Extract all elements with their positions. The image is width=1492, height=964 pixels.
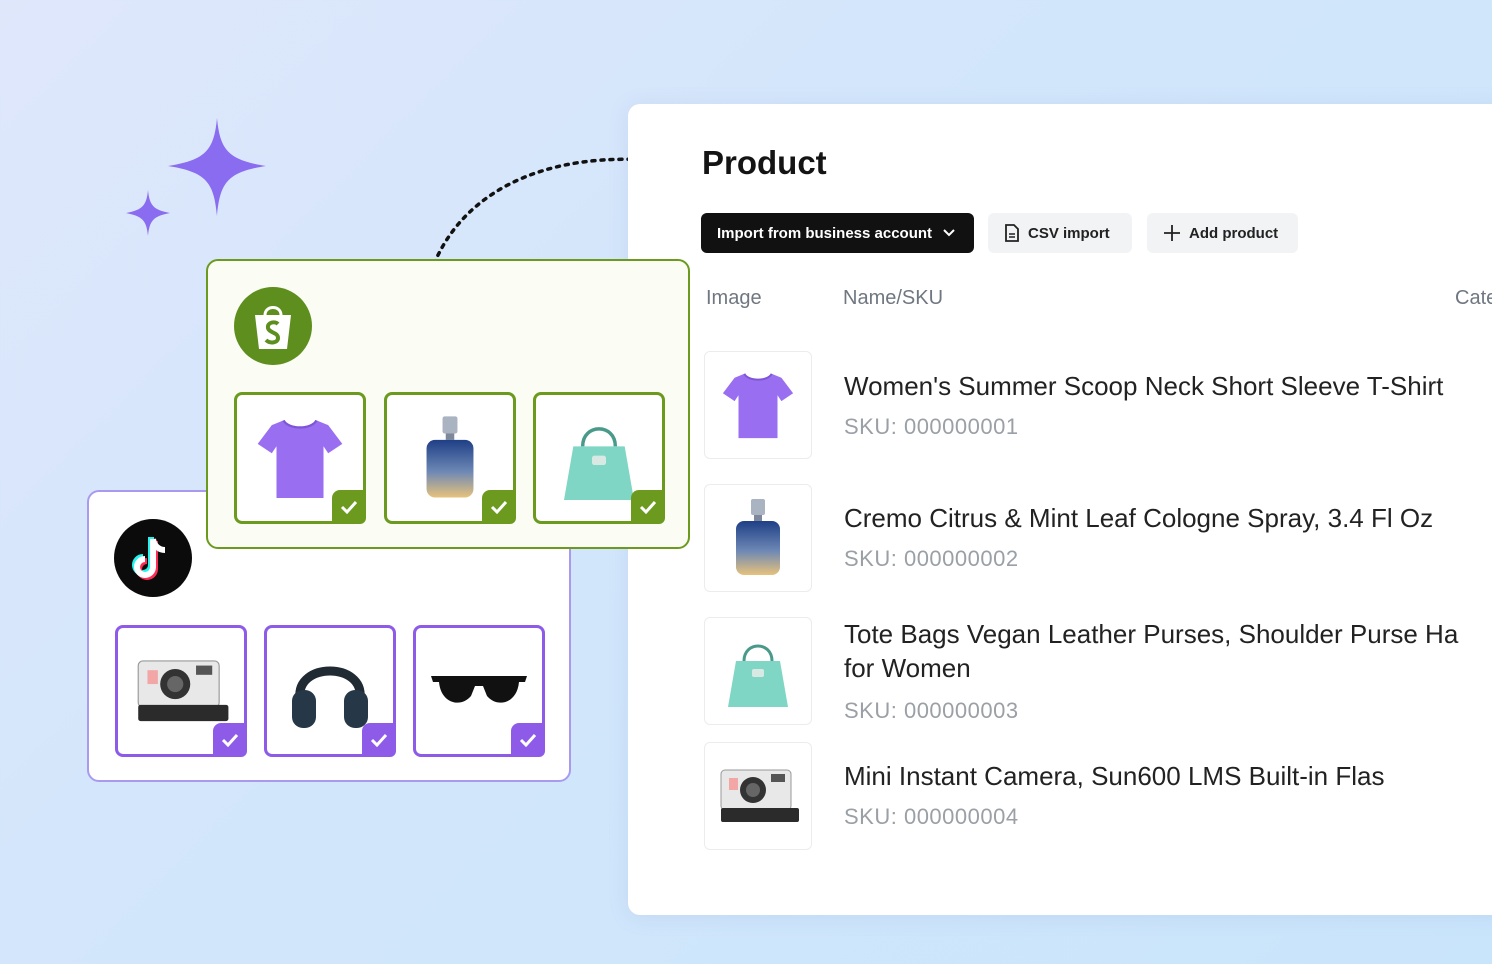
product-name: Mini Instant Camera, Sun600 LMS Built-in… [844,761,1385,791]
check-icon [362,723,396,757]
import-button-label: Import from business account [717,224,933,242]
purple-tshirt-icon [722,373,794,439]
shopify-item-tshirt[interactable] [234,392,366,524]
sunglasses-icon [431,676,527,703]
product-name: Tote Bags Vegan Leather Purses, Shoulder… [844,619,1459,649]
shopify-item-handbag[interactable] [533,392,665,524]
add-product-button[interactable]: Add product [1147,213,1298,253]
csv-import-button[interactable]: CSV import [988,213,1132,253]
product-thumbnail [704,351,812,459]
shopify-products-card [206,259,690,549]
add-product-label: Add product [1189,224,1279,242]
teal-handbag-icon [728,644,788,707]
column-header-category: Cate [1455,287,1492,309]
import-from-business-account-button[interactable]: Import from business account [701,213,974,253]
shopify-item-cologne[interactable] [384,392,516,524]
teal-handbag-icon [564,427,634,500]
tiktok-icon [114,519,192,597]
product-panel: Product Import from business account CSV… [628,104,1492,915]
product-sku: SKU: 000000003 [844,698,1019,723]
product-sku: SKU: 000000004 [844,804,1019,829]
product-sku: SKU: 000000001 [844,414,1019,439]
headphones-icon [292,666,368,728]
product-thumbnail [704,484,812,592]
product-sku: SKU: 000000002 [844,546,1019,571]
product-name-line2: for Women [844,653,971,683]
plus-icon [1163,224,1181,242]
sparkle-icon [126,118,266,236]
product-name: Cremo Citrus & Mint Leaf Cologne Spray, … [844,503,1434,533]
tiktok-item-headphones[interactable] [264,625,396,757]
column-header-image: Image [706,287,762,309]
page-title: Product [702,144,827,181]
product-name: Women's Summer Scoop Neck Short Sleeve T… [844,371,1444,401]
tiktok-item-sunglasses[interactable] [413,625,545,757]
product-thumbnail [704,617,812,725]
instant-camera-icon [720,769,799,822]
file-icon [1004,224,1020,242]
chevron-down-icon [943,229,955,237]
check-icon [213,723,247,757]
check-icon [631,490,665,524]
column-header-name-sku: Name/SKU [843,287,944,309]
check-icon [332,490,366,524]
tiktok-item-camera[interactable] [115,625,247,757]
instant-camera-icon [137,660,229,722]
check-icon [482,490,516,524]
cologne-bottle-icon [736,499,780,575]
cologne-bottle-icon [426,416,474,498]
shopify-icon [234,287,312,365]
csv-import-label: CSV import [1028,224,1110,242]
product-thumbnail [704,742,812,850]
purple-tshirt-icon [257,419,343,498]
check-icon [511,723,545,757]
